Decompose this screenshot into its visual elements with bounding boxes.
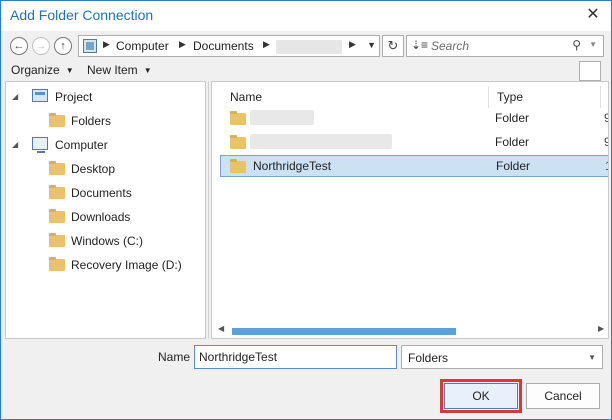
redacted-file-name	[250, 110, 314, 125]
view-options-button[interactable]	[579, 61, 601, 81]
arrow-right-icon: →	[35, 40, 47, 52]
truncated-column: 9	[604, 111, 608, 125]
file-type: Folder	[495, 111, 530, 125]
expand-toggle-icon[interactable]: ◢	[12, 140, 18, 149]
tree-item-label: Downloads	[71, 210, 131, 224]
pane-splitter[interactable]	[208, 81, 209, 339]
file-name: NorthridgeTest	[253, 159, 332, 173]
computer-icon	[32, 137, 48, 153]
tree-item-label: Documents	[71, 186, 132, 200]
name-field[interactable]	[194, 345, 397, 369]
list-item[interactable]: Folder 9	[220, 107, 608, 129]
navigation-bar: ← → ↑ ▶ Computer ▶ Documents ▶ ▶ ▼ ↻ ⇣≡ …	[1, 33, 611, 59]
dialog-title: Add Folder Connection	[10, 7, 154, 23]
tree-item-label: Recovery Image (D:)	[71, 258, 182, 272]
truncated-column: 1	[605, 159, 608, 173]
tree-item-folders[interactable]: Folders	[6, 111, 205, 131]
new-item-label: New Item	[87, 63, 138, 77]
sort-icon[interactable]: ⇣≡	[411, 38, 428, 52]
name-label: Name	[158, 350, 191, 364]
list-item[interactable]: Folder 9	[220, 131, 608, 153]
tree-item-windows-c[interactable]: Windows (C:)	[6, 231, 205, 251]
scroll-right-icon[interactable]: ▶	[598, 324, 604, 333]
breadcrumb-redacted[interactable]	[276, 40, 342, 54]
search-icon[interactable]: ⚲	[572, 38, 581, 52]
organize-label: Organize	[11, 63, 60, 77]
refresh-button[interactable]: ↻	[382, 35, 404, 57]
tree-item-label: Project	[55, 90, 93, 104]
tree-item-label: Desktop	[71, 162, 116, 176]
breadcrumb-separator-icon[interactable]: ▶	[103, 39, 110, 50]
scrollbar-thumb[interactable]	[232, 328, 456, 335]
file-type: Folder	[496, 159, 531, 173]
folder-icon	[49, 161, 65, 175]
list-item-selected[interactable]: NorthridgeTest Folder 1	[220, 155, 608, 177]
type-filter-value: Folders	[408, 351, 449, 365]
type-filter-select[interactable]: Folders ▼	[401, 345, 603, 369]
new-item-button[interactable]: New Item ▼	[87, 63, 152, 77]
chevron-down-icon: ▼	[588, 353, 596, 362]
truncated-column: 9	[604, 135, 608, 149]
search-input[interactable]	[431, 37, 561, 55]
address-dropdown-icon[interactable]: ▼	[367, 40, 376, 50]
breadcrumb-separator-icon[interactable]: ▶	[179, 39, 186, 50]
column-divider[interactable]	[488, 86, 489, 108]
breadcrumb-separator-icon[interactable]: ▶	[349, 39, 356, 50]
scroll-left-icon[interactable]: ◀	[218, 324, 224, 333]
search-dropdown-icon[interactable]: ▼	[589, 40, 597, 49]
tree-item-recovery-d[interactable]: Recovery Image (D:)	[6, 255, 205, 275]
up-button[interactable]: ↑	[54, 37, 72, 55]
refresh-icon: ↻	[387, 38, 399, 53]
location-icon	[83, 39, 97, 53]
toolbar: Organize ▼ New Item ▼	[1, 61, 611, 81]
folder-icon	[49, 257, 65, 271]
chevron-down-icon: ▼	[143, 66, 152, 75]
tree-item-downloads[interactable]: Downloads	[6, 207, 205, 227]
tree-item-desktop[interactable]: Desktop	[6, 159, 205, 179]
arrow-left-icon: ←	[13, 40, 25, 52]
folder-icon	[49, 233, 65, 247]
breadcrumb-computer[interactable]: Computer	[116, 39, 169, 53]
horizontal-scrollbar[interactable]: ◀ ▶	[216, 324, 606, 336]
folder-icon	[49, 185, 65, 199]
dialog-window: Add Folder Connection ✕ ← → ↑ ▶ Computer…	[0, 0, 612, 420]
file-list: Name Type Folder 9 Folder 9 NorthridgeTe…	[211, 81, 609, 339]
tree-item-label: Windows (C:)	[71, 234, 144, 248]
column-header-type[interactable]: Type	[497, 86, 523, 108]
chevron-down-icon: ▼	[65, 66, 74, 75]
ok-button[interactable]: OK	[444, 383, 518, 409]
breadcrumb-separator-icon[interactable]: ▶	[263, 39, 270, 50]
folder-icon	[49, 209, 65, 223]
tree-item-documents[interactable]: Documents	[6, 183, 205, 203]
forward-button[interactable]: →	[32, 37, 50, 55]
arrow-up-icon: ↑	[60, 40, 66, 52]
expand-toggle-icon[interactable]: ◢	[12, 92, 18, 101]
folder-icon	[49, 113, 65, 127]
cancel-button[interactable]: Cancel	[526, 383, 600, 409]
tree-item-computer[interactable]: ◢ Computer	[6, 135, 205, 155]
title-bar: Add Folder Connection ✕	[1, 1, 611, 31]
file-type: Folder	[495, 135, 530, 149]
close-button[interactable]: ✕	[581, 3, 605, 27]
breadcrumb-documents[interactable]: Documents	[193, 39, 254, 53]
tree-item-label: Computer	[55, 138, 108, 152]
tree-item-label: Folders	[71, 114, 112, 128]
organize-button[interactable]: Organize ▼	[11, 63, 74, 77]
project-icon	[32, 89, 48, 102]
navigation-tree: ◢ Project Folders ◢ Computer Desktop Doc…	[5, 81, 206, 339]
search-box: ⇣≡ ⚲ ▼	[406, 35, 604, 57]
tree-item-project[interactable]: ◢ Project	[6, 87, 205, 107]
address-bar[interactable]: ▶ Computer ▶ Documents ▶ ▶ ▼	[78, 35, 380, 57]
back-button[interactable]: ←	[10, 37, 28, 55]
redacted-file-name	[250, 134, 392, 149]
column-header-name[interactable]: Name	[230, 86, 262, 108]
column-divider[interactable]	[600, 86, 601, 108]
